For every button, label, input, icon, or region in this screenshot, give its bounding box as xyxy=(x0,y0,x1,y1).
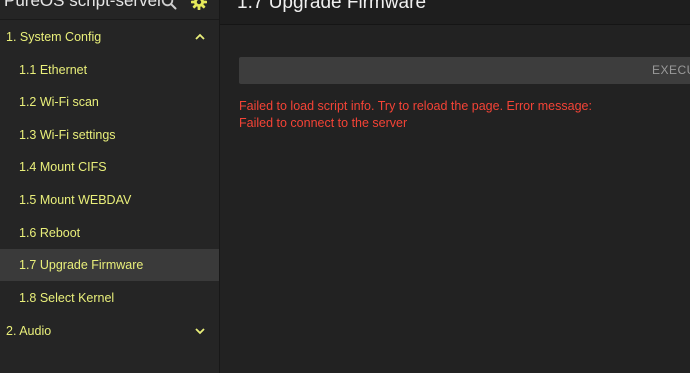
app-window: PureOS script-server 1. System Config 1.… xyxy=(0,0,690,373)
execute-button[interactable]: EXECUTE xyxy=(239,57,690,84)
sidebar-item-wifi-settings[interactable]: 1.3 Wi-Fi settings xyxy=(0,119,219,151)
main-header: 1.7 Upgrade Firmware xyxy=(220,0,690,25)
sidebar-group-label: 2. Audio xyxy=(6,324,52,338)
sidebar-item-label: 1.4 Mount CIFS xyxy=(19,160,107,174)
sidebar-group-system-config[interactable]: 1. System Config xyxy=(0,21,219,53)
gear-icon[interactable] xyxy=(191,0,207,10)
sidebar-item-label: 1.8 Select Kernel xyxy=(19,291,115,305)
page-title: 1.7 Upgrade Firmware xyxy=(237,0,427,13)
sidebar-header: PureOS script-server xyxy=(0,0,219,20)
error-message-line-2: Failed to connect to the server xyxy=(239,116,408,130)
search-icon[interactable] xyxy=(161,0,177,10)
sidebar-item-label: 1.1 Ethernet xyxy=(19,63,88,77)
sidebar-item-mount-cifs[interactable]: 1.4 Mount CIFS xyxy=(0,151,219,183)
sidebar: PureOS script-server 1. System Config 1.… xyxy=(0,0,220,373)
sidebar-item-reboot[interactable]: 1.6 Reboot xyxy=(0,217,219,249)
app-title: PureOS script-server xyxy=(4,0,163,10)
sidebar-group-label: 1. System Config xyxy=(6,30,102,44)
sidebar-item-label: 1.5 Mount WEBDAV xyxy=(19,193,132,207)
chevron-up-icon xyxy=(195,33,205,40)
sidebar-item-ethernet[interactable]: 1.1 Ethernet xyxy=(0,54,219,86)
sidebar-group-audio[interactable]: 2. Audio xyxy=(0,315,219,347)
sidebar-item-wifi-scan[interactable]: 1.2 Wi-Fi scan xyxy=(0,86,219,118)
sidebar-item-label: 1.2 Wi-Fi scan xyxy=(19,95,99,109)
sidebar-item-label: 1.7 Upgrade Firmware xyxy=(19,258,144,272)
sidebar-item-upgrade-firmware[interactable]: 1.7 Upgrade Firmware xyxy=(0,249,219,281)
execute-button-label: EXECUTE xyxy=(652,63,690,77)
sidebar-item-label: 1.3 Wi-Fi settings xyxy=(19,128,116,142)
sidebar-item-mount-webdav[interactable]: 1.5 Mount WEBDAV xyxy=(0,184,219,216)
main-panel: 1.7 Upgrade Firmware EXECUTE Failed to l… xyxy=(220,0,690,373)
error-message-line-1: Failed to load script info. Try to reloa… xyxy=(239,99,592,113)
chevron-down-icon xyxy=(195,328,205,335)
sidebar-item-label: 1.6 Reboot xyxy=(19,226,81,240)
sidebar-item-select-kernel[interactable]: 1.8 Select Kernel xyxy=(0,282,219,314)
